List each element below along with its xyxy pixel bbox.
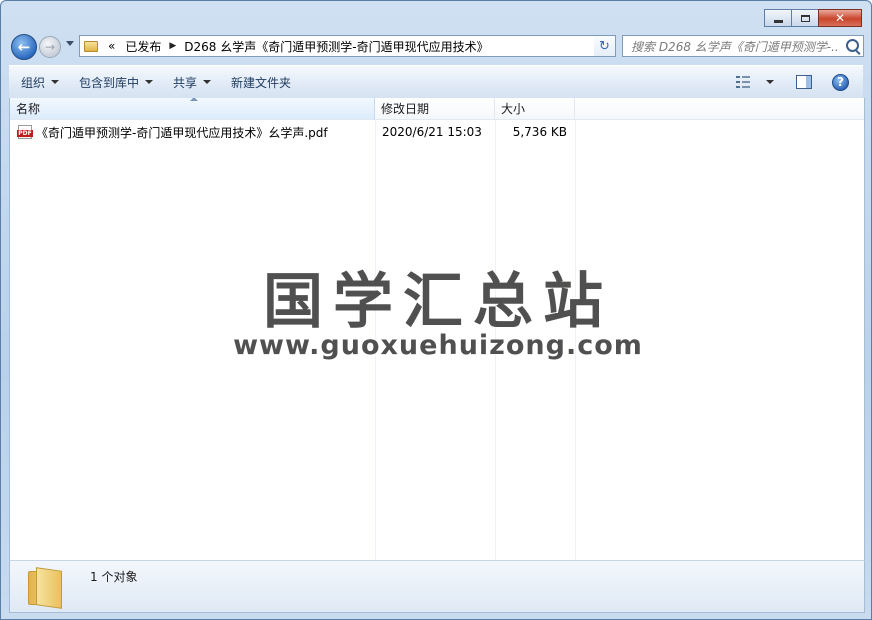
file-name[interactable]: 《奇门遁甲预测学-奇门遁甲现代应用技术》幺学声.pdf xyxy=(36,124,328,141)
column-header-filler xyxy=(575,98,864,120)
column-header-name-label: 名称 xyxy=(16,102,41,116)
pdf-badge: PDF xyxy=(17,130,33,137)
recent-pages-dropdown[interactable] xyxy=(66,41,74,46)
column-header-size[interactable]: 大小 xyxy=(495,98,575,120)
organize-label: 组织 xyxy=(21,75,46,90)
new-folder-button[interactable]: 新建文件夹 xyxy=(223,70,299,94)
share-button[interactable]: 共享 xyxy=(165,70,219,94)
command-bar: 组织 包含到库中 共享 新建文件夹 ? xyxy=(9,65,863,99)
preview-pane-icon[interactable] xyxy=(796,75,812,89)
refresh-button[interactable]: ↻ xyxy=(594,35,616,57)
help-icon[interactable]: ? xyxy=(832,73,849,91)
view-options-icon[interactable] xyxy=(736,76,750,88)
sort-ascending-icon xyxy=(190,98,198,101)
details-pane: 1 个对象 xyxy=(9,560,865,613)
chevron-down-icon xyxy=(51,80,60,84)
breadcrumb-item-published[interactable]: 已发布 xyxy=(125,38,161,55)
navigation-bar: ← → « 已发布 ▶ D268 幺学声《奇门遁甲预测学-奇门遁甲现代应用技术》… xyxy=(9,33,864,61)
column-header-date-modified[interactable]: 修改日期 xyxy=(375,98,495,120)
forward-arrow-icon: → xyxy=(44,40,56,54)
item-count: 1 个对象 xyxy=(90,570,138,584)
maximize-button[interactable] xyxy=(791,9,819,27)
forward-button[interactable]: → xyxy=(39,36,61,58)
view-options-dropdown-icon[interactable] xyxy=(766,80,774,84)
folder-icon xyxy=(84,40,98,52)
chevron-down-icon xyxy=(203,80,212,84)
new-folder-label: 新建文件夹 xyxy=(231,75,292,90)
search-icon[interactable] xyxy=(846,39,859,52)
file-row[interactable]: PDF 《奇门遁甲预测学-奇门遁甲现代应用技术》幺学声.pdf 2020/6/2… xyxy=(10,122,575,142)
organize-menu-button[interactable]: 组织 xyxy=(13,70,67,94)
file-list[interactable]: 名称 修改日期 大小 PDF 《奇门遁甲预测学-奇门遁甲现代应用技术》幺学声.p… xyxy=(9,98,865,560)
help-label: ? xyxy=(837,75,844,89)
include-in-library-label: 包含到库中 xyxy=(79,75,140,90)
breadcrumb-overflow[interactable]: « xyxy=(108,39,115,53)
watermark-url: www.guoxuehuizong.com xyxy=(233,330,643,361)
search-input[interactable]: 搜索 D268 幺学声《奇门遁甲预测学-... xyxy=(622,35,864,57)
breadcrumb-chevron-icon[interactable]: ▶ xyxy=(169,41,176,51)
column-header-name[interactable]: 名称 xyxy=(10,98,375,120)
command-bar-right: ? xyxy=(736,66,863,98)
column-header-size-label: 大小 xyxy=(501,102,526,116)
breadcrumb-item-current-folder[interactable]: D268 幺学声《奇门遁甲预测学-奇门遁甲现代应用技术》 xyxy=(184,38,488,55)
include-in-library-button[interactable]: 包含到库中 xyxy=(71,70,161,94)
close-button[interactable]: ✕ xyxy=(818,9,862,27)
folder-icon xyxy=(28,567,66,609)
chevron-down-icon xyxy=(145,80,154,84)
pdf-icon: PDF xyxy=(17,125,33,139)
file-date-modified: 2020/6/21 15:03 xyxy=(382,125,482,139)
minimize-button[interactable] xyxy=(764,9,792,27)
maximize-icon xyxy=(800,14,810,22)
search-placeholder: 搜索 D268 幺学声《奇门遁甲预测学-... xyxy=(631,39,837,54)
minimize-icon xyxy=(773,19,783,23)
share-label: 共享 xyxy=(173,75,198,90)
caption-buttons: ✕ xyxy=(764,9,862,27)
back-button[interactable]: ← xyxy=(11,34,37,60)
back-arrow-icon: ← xyxy=(17,38,31,56)
refresh-icon: ↻ xyxy=(599,38,610,54)
close-icon: ✕ xyxy=(834,11,846,25)
watermark-title: 国学汇总站 xyxy=(263,267,613,337)
address-bar[interactable]: « 已发布 ▶ D268 幺学声《奇门遁甲预测学-奇门遁甲现代应用技术》 xyxy=(79,35,616,57)
column-header-date-label: 修改日期 xyxy=(381,102,430,116)
file-size: 5,736 KB xyxy=(512,125,567,139)
explorer-window: ✕ ← → « 已发布 ▶ D268 幺学声《奇门遁甲预测学-奇门遁甲现代应用技… xyxy=(0,0,872,620)
